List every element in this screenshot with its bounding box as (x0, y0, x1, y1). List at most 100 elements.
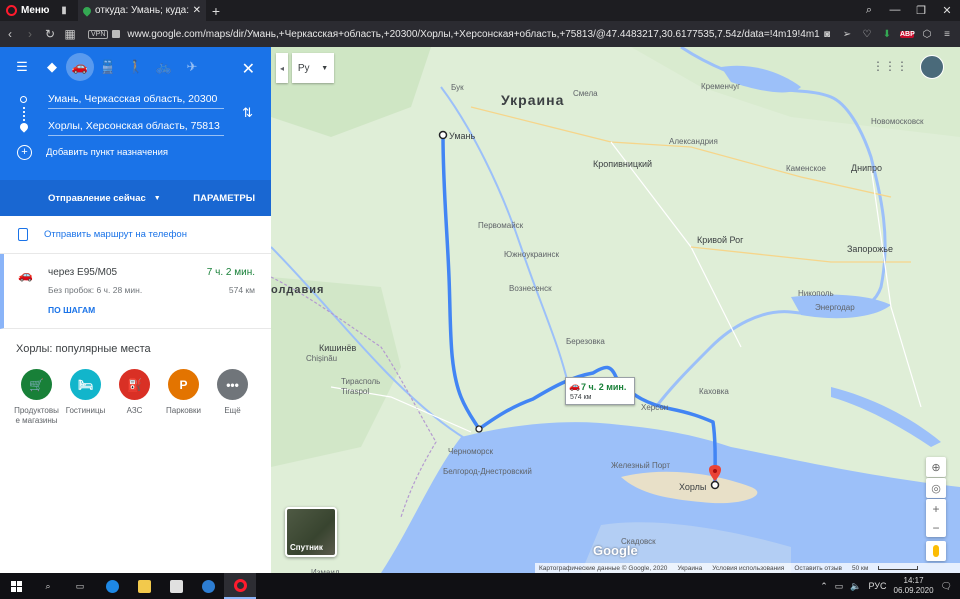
tab-google-maps[interactable]: откуда: Умань; куда: Хорл ✕ (78, 0, 206, 21)
language-select[interactable]: Ру ▼ (292, 53, 334, 83)
task-view-icon[interactable]: ▭ (64, 573, 96, 599)
settings-icon[interactable]: ≡ (940, 29, 954, 40)
restore-button[interactable]: ❐ (908, 4, 934, 17)
close-directions-icon[interactable]: ✕ (242, 59, 255, 79)
destination-input[interactable]: Хорлы, Херсонская область, 75813 (48, 118, 224, 136)
map-city-label[interactable]: Запорожье (847, 244, 893, 254)
map-city-label[interactable]: Chișinău (306, 354, 337, 363)
tab-close-icon[interactable]: ✕ (193, 5, 201, 16)
new-tab-button[interactable]: + (206, 3, 226, 19)
map-city-label[interactable]: Железный Порт (611, 461, 670, 470)
map-city-label[interactable]: Тирасполь (341, 377, 380, 386)
attribution-terms[interactable]: Условия использования (712, 565, 784, 572)
chevron-down-icon[interactable]: ▼ (154, 195, 161, 202)
departure-dropdown[interactable]: Отправление сейчас (48, 193, 146, 204)
hamburger-menu-icon[interactable]: ☰ (8, 53, 36, 81)
map-city-label[interactable]: Вознесенск (509, 284, 552, 293)
map-city-label[interactable]: Никополь (798, 289, 834, 298)
zoom-out-button[interactable]: − (926, 518, 946, 537)
map-city-label[interactable]: Новомосковск (871, 117, 923, 126)
close-window-button[interactable]: ✕ (934, 4, 960, 17)
volume-icon[interactable]: 🔈 (850, 581, 861, 592)
keyboard-language[interactable]: РУС (868, 581, 886, 591)
map-city-label[interactable]: Александрия (669, 137, 718, 146)
app-icon[interactable] (192, 573, 224, 599)
cube-icon[interactable]: ⬡ (920, 29, 934, 40)
popular-place-button[interactable]: 🛏 Гостиницы (61, 369, 110, 425)
download-icon[interactable]: ⬇ (880, 29, 894, 40)
map-city-label[interactable]: Черноморск (448, 447, 493, 456)
params-button[interactable]: ПАРАМЕТРЫ (193, 193, 255, 204)
swap-icon[interactable]: ⇅ (242, 105, 253, 121)
satellite-toggle[interactable]: Спутник (285, 507, 337, 557)
file-explorer-icon[interactable] (128, 573, 160, 599)
search-icon[interactable]: ⌕ (32, 573, 64, 599)
route-option-card[interactable]: 🚗 через E95/M05 7 ч. 2 мин. Без пробок: … (0, 254, 271, 329)
map-city-label[interactable]: Умань (449, 131, 475, 141)
scale-label[interactable]: 50 км (852, 565, 868, 572)
popular-place-button[interactable]: 🛒 Продуктовы е магазины (12, 369, 61, 425)
reload-icon[interactable]: ↻ (40, 27, 60, 41)
camera-icon[interactable]: ◙ (820, 29, 834, 40)
start-button[interactable] (0, 580, 32, 592)
opera-menu-button[interactable]: Меню (0, 0, 50, 21)
map-city-label[interactable]: Смела (573, 89, 598, 98)
add-destination-button[interactable]: + Добавить пункт назначения (17, 145, 168, 160)
popular-place-button[interactable]: ••• Ещё (208, 369, 257, 425)
opera-taskbar-icon[interactable] (224, 573, 256, 599)
collapse-panel-button[interactable]: ◂ (276, 53, 288, 83)
tab-search-icon[interactable]: ⌕ (856, 4, 882, 17)
edge-icon[interactable] (96, 573, 128, 599)
directions-icon[interactable]: ◆ (38, 53, 66, 81)
bicycle-icon[interactable]: 🚲 (150, 53, 178, 81)
lock-icon[interactable] (112, 30, 121, 38)
send-icon[interactable]: ➢ (840, 29, 854, 40)
map-city-label[interactable]: Южноукраинск (504, 250, 559, 259)
bookmark-tab-icon[interactable]: ▮ (50, 5, 78, 16)
route-callout[interactable]: 🚗 7 ч. 2 мин. 574 км (565, 377, 635, 405)
transit-icon[interactable]: 🚆 (94, 53, 122, 81)
map-city-label[interactable]: Кишинёв (319, 343, 356, 353)
map-city-label[interactable]: Кременчуг (701, 82, 740, 91)
back-icon[interactable]: ‹ (0, 27, 20, 41)
map-city-label[interactable]: Каменское (786, 164, 826, 173)
url-input[interactable]: www.google.com/maps/dir/Умань,+Черкасска… (127, 29, 820, 40)
clock[interactable]: 14:17 06.09.2020 (894, 576, 934, 596)
map-city-label[interactable]: Каховка (699, 387, 729, 396)
attribution-country[interactable]: Украина (677, 565, 702, 572)
walk-icon[interactable]: 🚶 (122, 53, 150, 81)
map-city-label[interactable]: Хорлы (679, 482, 706, 492)
apps-grid-icon[interactable]: ⋮⋮⋮ (872, 59, 908, 73)
origin-input[interactable]: Умань, Черкасская область, 20300 (48, 91, 224, 109)
attribution-feedback[interactable]: Оставить отзыв (794, 565, 842, 572)
flight-icon[interactable]: ✈ (178, 53, 206, 81)
heart-icon[interactable]: ♡ (860, 29, 874, 40)
map-canvas[interactable]: Умань Смела Кременчуг Кропивницкий Александр… (271, 47, 960, 573)
network-icon[interactable]: ▭ (835, 581, 844, 592)
car-icon[interactable]: 🚗 (66, 53, 94, 81)
globe-icon[interactable]: ⊕ (926, 457, 946, 477)
map-city-label[interactable]: Tiraspol (341, 387, 369, 396)
popular-place-button[interactable]: ⛽ АЗС (110, 369, 159, 425)
map-city-label[interactable]: Кривой Рог (697, 235, 743, 245)
map-city-label[interactable]: Первомайск (478, 221, 523, 230)
chevron-up-icon[interactable]: ⌃ (820, 581, 828, 592)
notifications-icon[interactable]: 🗨 (941, 581, 952, 592)
pegman-icon[interactable] (926, 541, 946, 561)
map-city-label[interactable]: Энергодар (815, 303, 855, 312)
map-city-label[interactable]: Херсон (641, 403, 668, 412)
map-city-label[interactable]: Белгород-Днестровский (443, 467, 532, 476)
steps-link[interactable]: ПО ШАГАМ (48, 305, 95, 315)
map-city-label[interactable]: Березовка (566, 337, 605, 346)
my-location-icon[interactable]: ◎ (926, 478, 946, 498)
adblock-icon[interactable]: ABP (900, 30, 915, 38)
vpn-badge[interactable]: VPN (88, 29, 109, 39)
speed-dial-icon[interactable]: ▦ (60, 27, 80, 41)
avatar[interactable] (920, 55, 944, 79)
send-to-phone-button[interactable]: Отправить маршрут на телефон (0, 216, 271, 254)
map-city-label[interactable]: Кропивницкий (593, 159, 652, 169)
popular-place-button[interactable]: P Парковки (159, 369, 208, 425)
map-city-label[interactable]: Бук (451, 83, 464, 92)
store-icon[interactable] (160, 573, 192, 599)
minimize-button[interactable]: — (882, 4, 908, 17)
